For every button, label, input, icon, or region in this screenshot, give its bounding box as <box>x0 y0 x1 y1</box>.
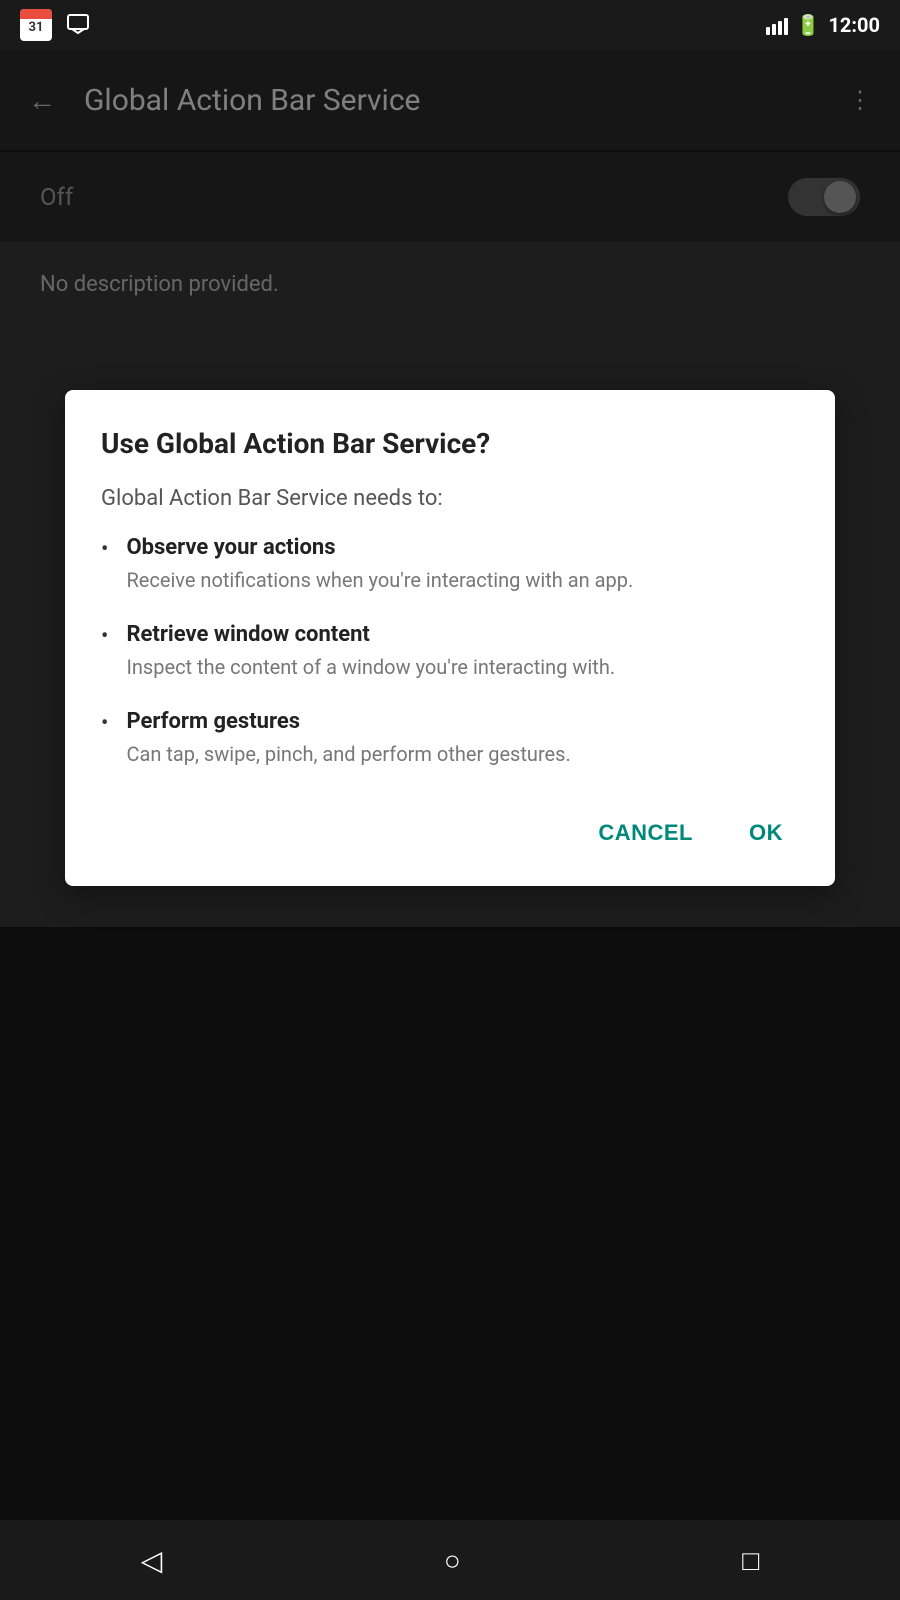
dialog-item-desc-2: Inspect the content of a window you're i… <box>126 653 799 681</box>
nav-recent-button[interactable]: □ <box>712 1534 789 1587</box>
dialog-item-title-2: Retrieve window content <box>126 622 799 647</box>
dialog: Use Global Action Bar Service? Global Ac… <box>65 390 835 886</box>
bullet-1: • <box>101 537 108 562</box>
cancel-button[interactable]: CANCEL <box>582 808 709 858</box>
dialog-title: Use Global Action Bar Service? <box>101 426 799 462</box>
dialog-item-desc-3: Can tap, swipe, pinch, and perform other… <box>126 740 799 768</box>
dialog-subtitle: Global Action Bar Service needs to: <box>101 486 799 511</box>
calendar-icon: 31 <box>20 9 52 41</box>
bullet-3: • <box>101 711 108 736</box>
dialog-item-content-3: Perform gestures Can tap, swipe, pinch, … <box>126 709 799 768</box>
status-bar: 31 🔋 12:00 <box>0 0 900 50</box>
status-bar-right: 🔋 12:00 <box>766 13 880 37</box>
nav-back-button[interactable]: ◁ <box>111 1534 193 1587</box>
dialog-item-title-3: Perform gestures <box>126 709 799 734</box>
dialog-item-2: • Retrieve window content Inspect the co… <box>101 622 799 681</box>
dialog-item-content-2: Retrieve window content Inspect the cont… <box>126 622 799 681</box>
nav-home-button[interactable]: ○ <box>414 1534 491 1587</box>
notification-icon <box>64 11 92 39</box>
dialog-actions: CANCEL OK <box>101 796 799 858</box>
status-bar-left: 31 <box>20 9 92 41</box>
bullet-2: • <box>101 624 108 649</box>
dialog-item-title-1: Observe your actions <box>126 535 799 560</box>
dialog-item-1: • Observe your actions Receive notificat… <box>101 535 799 594</box>
clock: 12:00 <box>828 13 880 37</box>
signal-icon <box>766 15 788 35</box>
battery-icon: 🔋 <box>796 13 821 37</box>
dialog-item-3: • Perform gestures Can tap, swipe, pinch… <box>101 709 799 768</box>
ok-button[interactable]: OK <box>733 808 799 858</box>
nav-bar: ◁ ○ □ <box>0 1520 900 1600</box>
dialog-item-content-1: Observe your actions Receive notificatio… <box>126 535 799 594</box>
dialog-item-desc-1: Receive notifications when you're intera… <box>126 566 799 594</box>
